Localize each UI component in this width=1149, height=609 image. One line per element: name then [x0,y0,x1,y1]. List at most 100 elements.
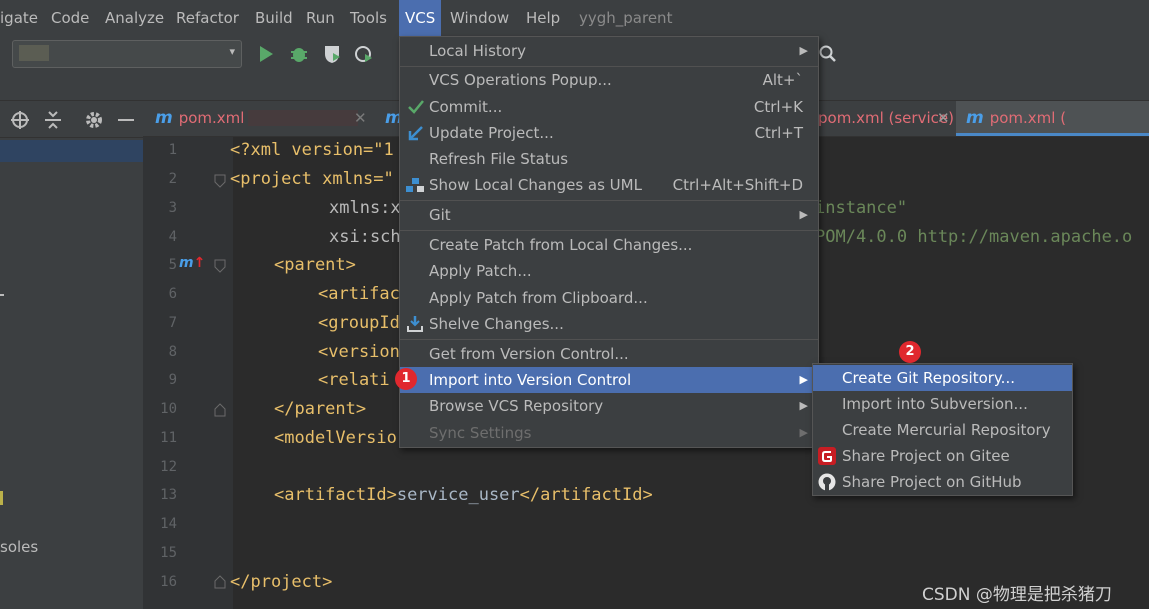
code-line-7[interactable]: <groupId [318,313,400,333]
project-tree-selected-row[interactable] [0,140,143,162]
menu-bar: igate Code Analyze Refactor Build Run To… [0,0,1149,36]
code-line-4[interactable]: xsi:sch [329,227,401,247]
menu-build[interactable]: Build [255,0,293,36]
tab-pom-xml[interactable]: m pom.xml [155,101,244,136]
menu-help[interactable]: Help [526,0,560,36]
maven-parent-icon[interactable]: m↑ [179,255,205,271]
menu-item-import-into-vcs[interactable]: Import into Version Control ▶ [400,367,818,393]
menu-separator [400,339,818,340]
menu-item-import-into-subversion[interactable]: Import into Subversion... [813,391,1072,417]
update-arrow-icon [408,126,423,141]
menu-item-share-on-gitee[interactable]: Share Project on Gitee [813,443,1072,469]
menu-item-share-on-github[interactable]: Share Project on GitHub [813,469,1072,495]
fold-icon[interactable] [214,174,226,188]
config-icon [19,45,49,61]
menu-refactor[interactable]: Refactor [176,0,239,36]
check-icon [408,100,424,114]
menu-vcs[interactable]: VCS [399,0,442,36]
line-number: 13 [160,487,177,503]
line-number: 6 [168,286,177,302]
menu-item-create-git-repository[interactable]: Create Git Repository... [813,365,1072,391]
menu-item-create-patch[interactable]: Create Patch from Local Changes... [400,232,818,258]
code-line-6[interactable]: <artifac [318,284,400,304]
debug-icon[interactable] [289,44,309,64]
menu-item-refresh-file-status[interactable]: Refresh File Status [400,146,818,172]
line-number: 3 [168,200,177,216]
menu-item-shelve-changes[interactable]: Shelve Changes... [400,311,818,337]
menu-window[interactable]: Window [450,0,509,36]
code-line-1[interactable]: <?xml version="1 [230,140,394,160]
chevron-right-icon: ▶ [799,373,808,386]
code-line-2[interactable]: <project xmlns=" [230,169,394,189]
code-line-13[interactable]: <artifactId>service_user</artifactId> [274,485,653,505]
menu-navigate[interactable]: igate [0,0,38,36]
fold-icon[interactable] [214,259,226,273]
code-line-16[interactable]: </project> [230,572,332,592]
code-line-3-tail[interactable]: instance" [815,198,907,218]
code-line-9[interactable]: <relati [318,370,390,390]
blurred-tab-text [248,110,358,126]
close-icon[interactable]: ✕ [354,109,367,127]
code-line-10[interactable]: </parent> [274,399,366,419]
close-icon[interactable]: ✕ [937,109,950,127]
maven-icon: m [966,108,984,128]
profile-icon[interactable] [354,44,374,64]
github-icon [818,473,836,491]
menu-analyze[interactable]: Analyze [105,0,164,36]
project-tool-window-header [0,101,143,138]
uml-icon [406,178,424,192]
project-tool-window [0,101,143,609]
line-number: 7 [168,315,177,331]
line-number: 4 [168,229,177,245]
coverage-icon[interactable] [322,44,342,64]
tree-item-label[interactable]: soles [0,538,38,556]
shelve-icon [407,316,423,332]
project-title: yygh_parent [579,9,673,27]
tree-marker [0,491,3,505]
line-number: 15 [160,545,177,561]
menu-item-sync-settings: Sync Settings ▶ [400,420,818,446]
fold-icon[interactable] [214,575,226,589]
menu-item-create-mercurial-repository[interactable]: Create Mercurial Repository [813,417,1072,443]
import-submenu: Create Git Repository... Import into Sub… [812,363,1073,496]
code-line-11[interactable]: <modelVersio [274,428,397,448]
menu-item-git[interactable]: Git ▶ [400,202,818,228]
line-number: 10 [160,401,177,417]
menu-item-local-history[interactable]: Local History ▶ [400,38,818,64]
chevron-right-icon: ▶ [799,399,808,412]
menu-item-browse-vcs-repository[interactable]: Browse VCS Repository ▶ [400,393,818,419]
code-line-4-tail[interactable]: POM/4.0.0 http://maven.apache.o [815,227,1132,247]
run-configuration-select[interactable]: ▾ [12,40,242,68]
code-line-3[interactable]: xmlns:x [329,198,401,218]
run-icon[interactable] [258,45,274,63]
fold-icon[interactable] [214,403,226,417]
menu-run[interactable]: Run [306,0,335,36]
tab-pom-xml-service[interactable]: pom.xml (service) [818,101,954,136]
menu-separator [400,200,818,201]
watermark: CSDN @物理是把杀猪刀 [922,585,1112,605]
target-icon[interactable] [10,110,30,130]
menu-item-get-from-vcs[interactable]: Get from Version Control... [400,341,818,367]
menu-item-vcs-operations-popup[interactable]: VCS Operations Popup... Alt+` [400,67,818,93]
collapse-icon[interactable] [43,110,63,130]
gear-icon[interactable] [84,110,104,130]
menu-code[interactable]: Code [51,0,89,36]
menu-item-commit[interactable]: Commit... Ctrl+K [400,94,818,120]
line-number: 1 [168,142,177,158]
step-badge-1: 1 [395,368,417,390]
vcs-menu: Local History ▶ VCS Operations Popup... Al… [399,36,819,448]
line-number: 8 [168,344,177,360]
menu-item-apply-patch[interactable]: Apply Patch... [400,258,818,284]
tab-pom-xml-active[interactable]: m pom.xml ( [966,101,1066,136]
menu-item-apply-patch-clipboard[interactable]: Apply Patch from Clipboard... [400,285,818,311]
minimize-icon[interactable] [116,110,136,130]
code-line-5[interactable]: <parent> [274,255,356,275]
menu-item-update-project[interactable]: Update Project... Ctrl+T [400,120,818,146]
line-number: 11 [160,430,177,446]
gitee-icon [818,447,836,465]
search-icon[interactable] [819,45,837,63]
code-line-8[interactable]: <version [318,342,400,362]
menu-tools[interactable]: Tools [350,0,387,36]
line-number: 2 [168,171,177,187]
menu-item-show-local-changes-uml[interactable]: Show Local Changes as UML Ctrl+Alt+Shift+… [400,172,818,198]
